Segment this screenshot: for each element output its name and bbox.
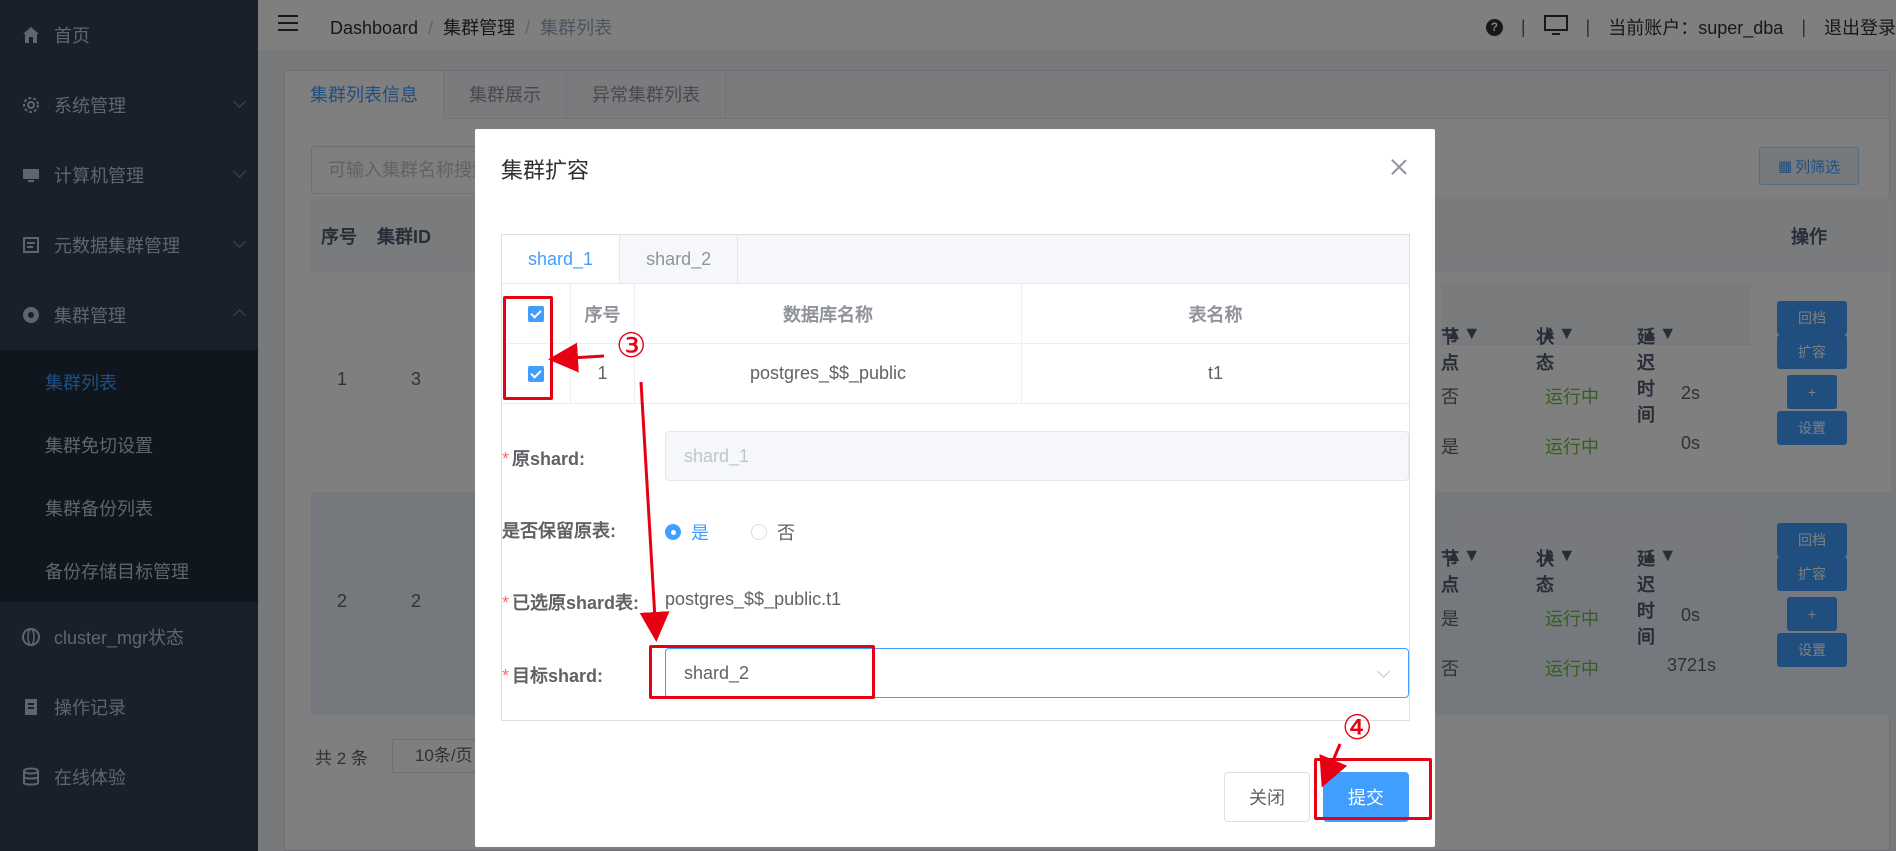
form-row-source-shard: * 原shard: shard_1 [502, 431, 1409, 481]
form-row-target-shard: * 目标shard: shard_2 [502, 648, 1409, 698]
row-checkbox[interactable] [528, 365, 544, 382]
form-row-selected-tables: * 已选原shard表: postgres_$$_public.t1 [502, 589, 842, 613]
table-row: 1 postgres_$$_public t1 [502, 344, 1409, 404]
keep-no-radio[interactable]: 否 [751, 519, 795, 545]
shard-card: shard_1 shard_2 序号 数据库名称 表名称 1 postgres_… [501, 234, 1410, 721]
close-icon[interactable] [1391, 159, 1407, 175]
shard-tabs: shard_1 shard_2 [502, 235, 1409, 284]
selected-tables-value: postgres_$$_public.t1 [665, 589, 842, 609]
shard-table-header: 序号 数据库名称 表名称 [502, 284, 1409, 344]
shard-table: 序号 数据库名称 表名称 1 postgres_$$_public t1 [502, 284, 1409, 404]
form-row-keep-source: 是否保留原表: 是 否 [502, 519, 795, 545]
chevron-down-icon [1377, 665, 1390, 678]
target-shard-select[interactable]: shard_2 [665, 648, 1409, 698]
tab-shard-1[interactable]: shard_1 [502, 235, 621, 283]
submit-button[interactable]: 提交 [1323, 772, 1409, 822]
keep-yes-radio[interactable]: 是 [665, 519, 709, 545]
dialog-title: 集群扩容 [501, 158, 590, 183]
expand-cluster-dialog: 集群扩容 shard_1 shard_2 序号 数据库名称 表名称 1 post… [475, 129, 1435, 847]
tab-shard-2[interactable]: shard_2 [620, 235, 739, 283]
select-all-checkbox[interactable] [528, 305, 544, 322]
close-button[interactable]: 关闭 [1224, 772, 1310, 822]
source-shard-input: shard_1 [665, 431, 1409, 481]
